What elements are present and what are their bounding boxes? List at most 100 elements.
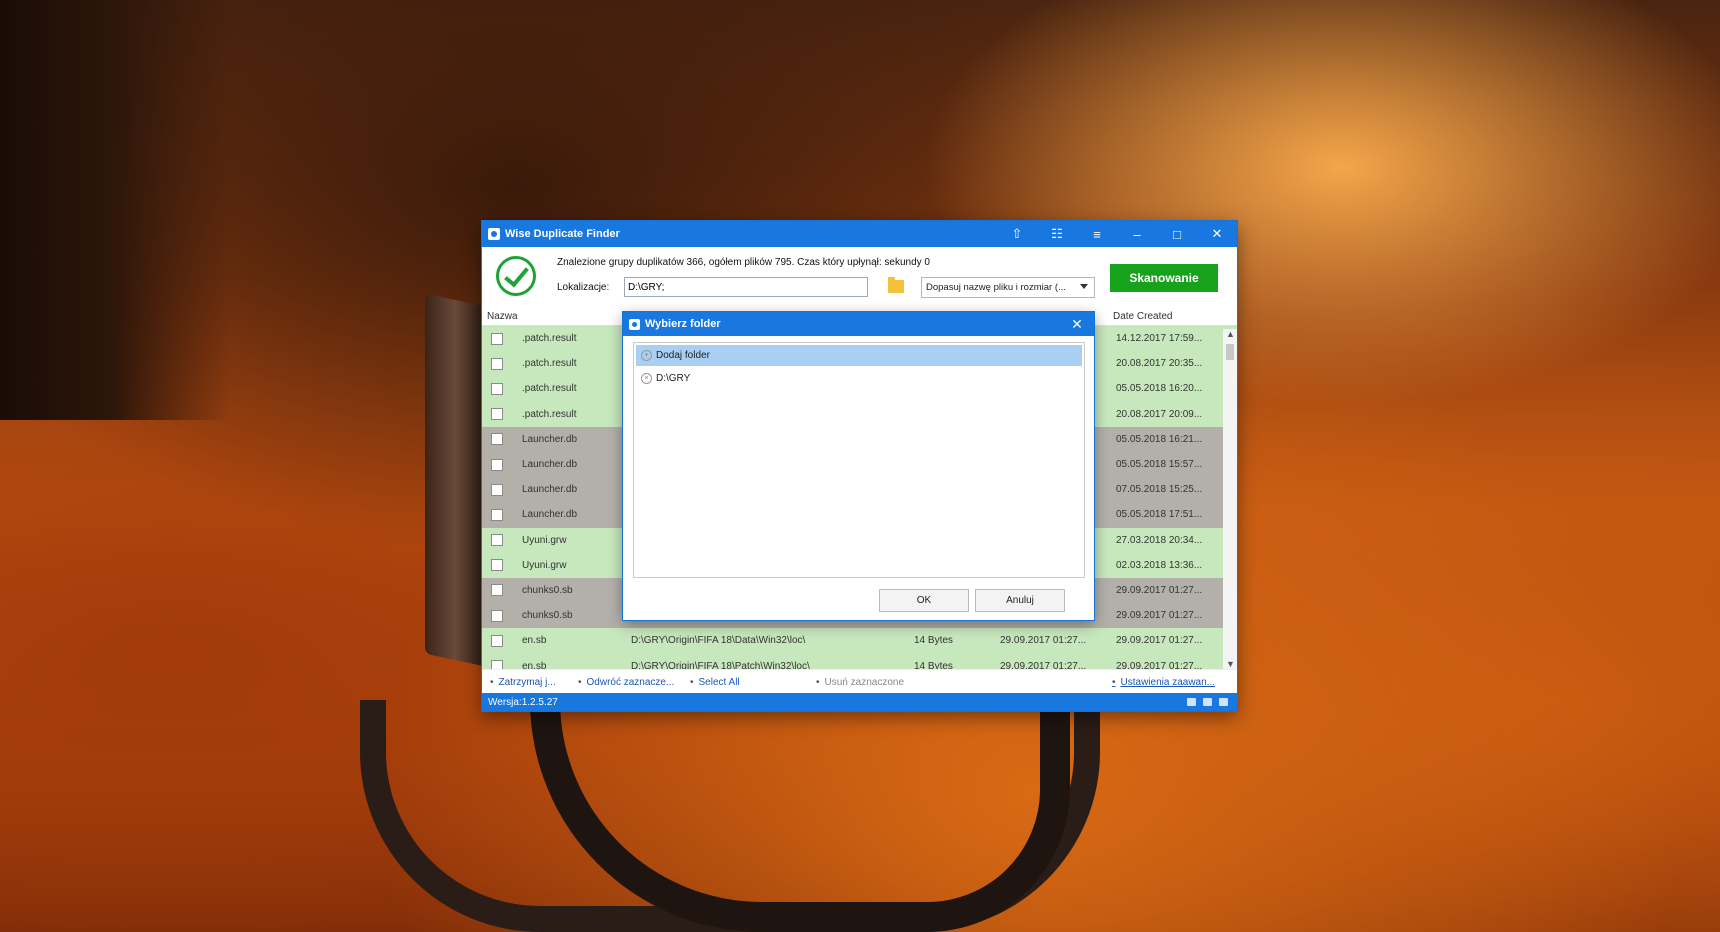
location-input[interactable]: D:\GRY; [624, 277, 868, 297]
facebook-icon[interactable] [1219, 698, 1228, 706]
column-name[interactable]: Nazwa [482, 309, 612, 325]
scan-button[interactable]: Skanowanie [1110, 264, 1218, 292]
date-created: 27.03.2018 20:34... [1116, 534, 1203, 546]
dialog-close-icon[interactable]: ✕ [1060, 316, 1094, 333]
date-created: 14.12.2017 17:59... [1116, 333, 1203, 345]
scroll-thumb[interactable] [1226, 344, 1234, 360]
row-checkbox[interactable] [491, 357, 503, 370]
upgrade-icon[interactable]: ⇧ [997, 221, 1037, 247]
dialog-title: Wybierz folder [645, 318, 721, 330]
twitter-icon[interactable] [1203, 698, 1212, 706]
date-created: 29.09.2017 01:27... [1116, 610, 1203, 622]
window-title: Wise Duplicate Finder [505, 228, 620, 240]
add-icon: + [641, 350, 652, 361]
folder-path-label: D:\GRY [656, 373, 691, 384]
date-created: 29.09.2017 01:27... [1116, 584, 1203, 596]
feedback-icon[interactable]: ☷ [1037, 221, 1077, 247]
date-created: 29.09.2017 01:27... [1116, 660, 1203, 669]
row-checkbox[interactable] [491, 660, 503, 669]
menu-icon[interactable]: ≡ [1077, 221, 1117, 247]
file-path: D:\GRY\Origin\FIFA 18\Patch\Win32\loc\ [631, 660, 810, 669]
row-checkbox[interactable] [491, 584, 503, 597]
email-icon[interactable] [1187, 698, 1196, 706]
minimize-button[interactable]: – [1117, 221, 1157, 247]
background-bench-back [425, 293, 485, 667]
row-checkbox[interactable] [491, 559, 503, 572]
add-folder-label: Dodaj folder [656, 350, 710, 361]
scan-header: Znalezione grupy duplikatów 366, ogółem … [482, 247, 1237, 309]
remove-icon[interactable]: × [641, 373, 652, 384]
status-bar: Wersja:1.2.5.27 [482, 693, 1237, 711]
success-check-icon [496, 256, 536, 296]
date-created: 02.03.2018 13:36... [1116, 559, 1203, 571]
row-checkbox[interactable] [491, 332, 503, 345]
file-name: Launcher.db [522, 459, 578, 471]
row-checkbox[interactable] [491, 508, 503, 521]
folder-item[interactable]: × D:\GRY [636, 368, 1082, 389]
title-bar: Wise Duplicate Finder ⇧ ☷ ≡ – □ ✕ [482, 221, 1237, 247]
file-size: 14 Bytes [914, 635, 953, 647]
stop-link[interactable]: Zatrzymaj j... [490, 677, 556, 688]
version-label: Wersja:1.2.5.27 [488, 696, 558, 708]
vertical-scrollbar[interactable]: ▲ ▼ [1223, 329, 1237, 669]
file-name: .patch.result [522, 383, 577, 395]
close-button[interactable]: ✕ [1197, 221, 1237, 247]
remove-selected-link[interactable]: Usuń zaznaczone [816, 677, 905, 688]
file-name: Uyuni.grw [522, 559, 567, 571]
file-name: .patch.result [522, 333, 577, 345]
date-created: 05.05.2018 16:21... [1116, 433, 1203, 445]
row-checkbox[interactable] [491, 483, 503, 496]
dialog-title-bar: Wybierz folder ✕ [623, 312, 1094, 336]
file-name: en.sb [522, 635, 547, 647]
row-checkbox[interactable] [491, 609, 503, 622]
background-tree [0, 0, 230, 420]
dialog-app-icon [629, 318, 640, 330]
ok-button[interactable]: OK [879, 589, 969, 612]
date-created: 29.09.2017 01:27... [1116, 635, 1203, 647]
file-name: chunks0.sb [522, 610, 573, 622]
file-name: Uyuni.grw [522, 534, 567, 546]
invert-selection-link[interactable]: Odwróć zaznacze... [578, 677, 675, 688]
scroll-down-icon[interactable]: ▼ [1226, 659, 1235, 669]
file-name: Launcher.db [522, 484, 578, 496]
table-row[interactable]: en.sb D:\GRY\Origin\FIFA 18\Patch\Win32\l… [482, 653, 1237, 669]
add-folder-item[interactable]: + Dodaj folder [636, 345, 1082, 366]
date-created: 05.05.2018 17:51... [1116, 509, 1203, 521]
row-checkbox[interactable] [491, 634, 503, 647]
column-date-created[interactable]: Date Created [1109, 309, 1176, 324]
cancel-button[interactable]: Anuluj [975, 589, 1065, 612]
folder-icon[interactable] [888, 277, 904, 293]
match-mode-value: Dopasuj nazwę pliku i rozmiar (... [926, 282, 1066, 293]
file-name: .patch.result [522, 408, 577, 420]
folder-list: + Dodaj folder × D:\GRY [633, 342, 1085, 578]
choose-folder-dialog: Wybierz folder ✕ + Dodaj folder × D:\GRY… [623, 312, 1094, 620]
advanced-settings-link[interactable]: Ustawienia zaawan... [1112, 677, 1216, 688]
match-mode-select[interactable]: Dopasuj nazwę pliku i rozmiar (... [921, 277, 1095, 298]
scroll-up-icon[interactable]: ▲ [1226, 329, 1235, 339]
date-created: 20.08.2017 20:09... [1116, 408, 1203, 420]
row-checkbox[interactable] [491, 382, 503, 395]
date-created: 07.05.2018 15:25... [1116, 484, 1203, 496]
file-name: .patch.result [522, 358, 577, 370]
date-modified: 29.09.2017 01:27... [1000, 635, 1087, 647]
row-checkbox[interactable] [491, 408, 503, 421]
date-created: 20.08.2017 20:35... [1116, 358, 1203, 370]
date-created: 05.05.2018 15:57... [1116, 459, 1203, 471]
file-path: D:\GRY\Origin\FIFA 18\Data\Win32\loc\ [631, 635, 806, 647]
location-label: Lokalizacje: [557, 282, 610, 293]
row-checkbox[interactable] [491, 534, 503, 547]
app-icon [488, 228, 500, 240]
file-name: Launcher.db [522, 509, 578, 521]
scan-status: Znalezione grupy duplikatów 366, ogółem … [557, 257, 930, 268]
file-size: 14 Bytes [914, 660, 953, 669]
select-all-link[interactable]: Select All [690, 677, 740, 688]
file-name: Launcher.db [522, 433, 578, 445]
table-row[interactable]: en.sb D:\GRY\Origin\FIFA 18\Data\Win32\lo… [482, 628, 1237, 654]
maximize-button[interactable]: □ [1157, 221, 1197, 247]
date-modified: 29.09.2017 01:27... [1000, 660, 1087, 669]
file-name: chunks0.sb [522, 584, 573, 596]
date-created: 05.05.2018 16:20... [1116, 383, 1203, 395]
row-checkbox[interactable] [491, 458, 503, 471]
dropdown-arrow-icon [1080, 284, 1088, 289]
row-checkbox[interactable] [491, 433, 503, 446]
